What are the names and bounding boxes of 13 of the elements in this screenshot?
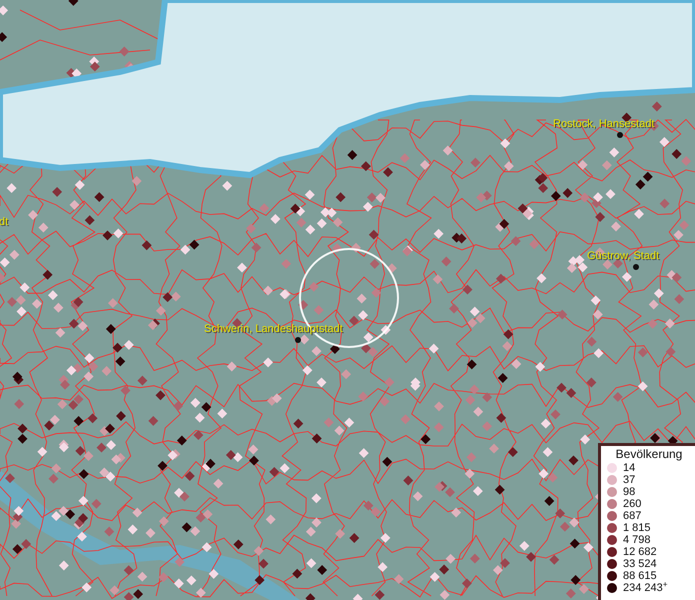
legend-value: 4 798 [623,534,651,546]
legend-value: 98 [623,486,636,498]
legend-value: 14 [623,462,636,474]
legend-value: 234 243$^{+}$ [623,582,668,594]
legend-value: 12 682 [623,546,657,558]
legend-value: 88 615 [623,570,657,582]
legend-value: 1 815 [623,522,651,534]
legend-title: Bevölkerung [614,448,684,460]
place-label: Güstrow, Stadt [587,251,660,262]
legend-value: 260 [623,498,642,510]
legend-value: 37 [623,474,636,486]
legend-value: 687 [623,510,642,522]
legend-value: 33 524 [623,558,657,570]
